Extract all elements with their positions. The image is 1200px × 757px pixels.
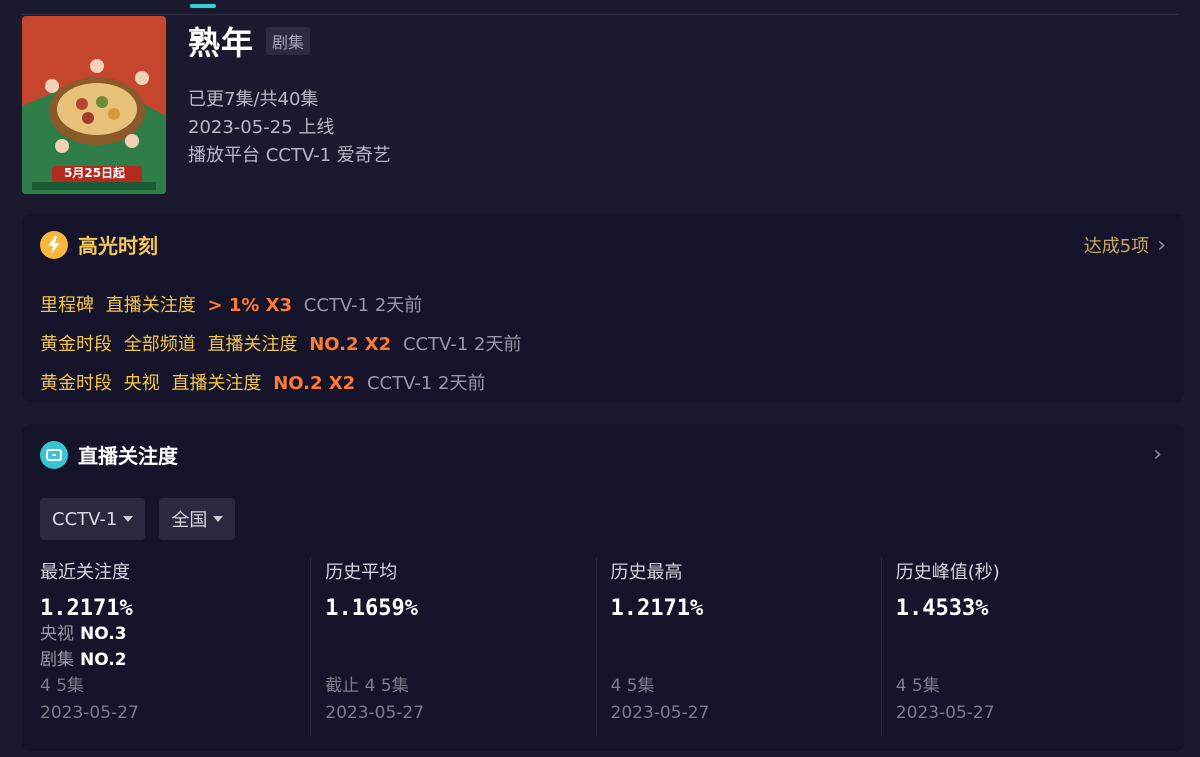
stat-date: 2023-05-27 [325,703,425,723]
highlight-row[interactable]: 里程碑 直播关注度 > 1% X3 CCTV-1 2天前 [40,286,527,325]
meta: CCTV-1 2天前 [303,295,423,316]
tag: 全部频道 [123,334,196,355]
region-select[interactable]: 全国 [159,498,236,540]
platform-info: 播放平台 CCTV-1 爱奇艺 [188,145,391,166]
poster-image[interactable]: 5月25日起 [22,16,166,194]
show-title: 熟年 [188,24,255,62]
achievements-count: 达成5项 [1083,236,1150,257]
tag: 直播关注度 [207,334,298,355]
rank-drama: 剧集 NO.2 [40,647,310,673]
stat-episode: 截止 4 5集 [325,676,409,696]
top-divider [22,14,1178,15]
stat-label: 历史峰值(秒) [895,562,1000,583]
meta: CCTV-1 2天前 [402,334,522,355]
region-select-value: 全国 [171,510,208,531]
stat-label: 历史平均 [325,562,398,583]
highlights-title: 高光时刻 [78,234,158,258]
attention-title: 直播关注度 [78,444,178,468]
rank-value: NO.3 [80,624,127,644]
highlight-row[interactable]: 黄金时段 全部频道 直播关注度 NO.2 X2 CCTV-1 2天前 [40,325,527,364]
tag: 直播关注度 [171,373,262,394]
attention-card: 直播关注度 › CCTV-1 全国 最近关注度 1.2171% 央视 NO.3 剧… [22,424,1184,751]
metric: NO.2 X2 [309,334,392,355]
tag: 直播关注度 [105,295,196,316]
achievements-link[interactable]: 达成5项 › [1084,232,1166,258]
stat-episode: 4 5集 [40,676,85,696]
highlights-list: 里程碑 直播关注度 > 1% X3 CCTV-1 2天前 黄金时段 全部频道 直… [40,286,527,403]
rank-cctv: 央视 NO.3 [40,621,310,647]
stat-recent: 最近关注度 1.2171% 央视 NO.3 剧集 NO.2 4 5集 2023-05… [40,558,310,736]
channel-select-value: CCTV-1 [52,508,118,530]
type-tag: 剧集 [266,27,311,55]
rank-key: 剧集 [40,650,74,670]
stat-episode: 4 5集 [895,676,940,696]
stat-value: 1.1659% [325,596,418,621]
filter-bar: CCTV-1 全国 [40,498,236,540]
episode-count: 已更7集/共40集 [188,89,319,110]
release-date: 2023-05-25 上线 [188,117,335,138]
caret-down-icon [123,516,134,522]
app-frame: 5月25日起 熟年 剧集 已更7集/共40集 2023-05-25 上线 播放平… [0,0,1200,757]
highlight-row[interactable]: 黄金时段 央视 直播关注度 NO.2 X2 CCTV-1 2天前 [40,364,527,403]
show-meta: 已更7集/共40集 2023-05-25 上线 播放平台 CCTV-1 爱奇艺 [188,86,391,170]
stats-row: 最近关注度 1.2171% 央视 NO.3 剧集 NO.2 4 5集 2023-05… [40,558,1166,736]
tv-icon [40,440,68,469]
chevron-right-icon[interactable]: › [1153,442,1162,467]
tag: 黄金时段 [40,334,112,355]
caret-down-icon [213,516,224,522]
stat-date: 2023-05-27 [40,703,139,723]
chevron-right-icon: › [1157,232,1166,258]
channel-select[interactable]: CCTV-1 [40,498,146,540]
stat-peak: 历史峰值(秒) 1.4533% 4 5集 2023-05-27 [880,558,1166,736]
stat-value: 1.4533% [895,596,989,621]
tag: 央视 [123,373,160,394]
lightning-icon [40,230,68,259]
metric: NO.2 X2 [273,373,356,394]
rank-value: NO.2 [80,650,127,670]
stat-label: 最近关注度 [40,562,130,583]
active-tab-indicator [190,4,216,8]
tag: 黄金时段 [40,373,112,394]
metric: > 1% X3 [207,295,293,316]
stat-episode: 4 5集 [610,676,655,696]
stat-value: 1.2171% [610,596,704,621]
stat-date: 2023-05-27 [895,703,995,723]
poster-date-text: 5月25日起 [64,166,126,180]
stat-highest: 历史最高 1.2171% 4 5集 2023-05-27 [595,558,881,736]
rank-key: 央视 [40,624,74,644]
highlights-card: 高光时刻 达成5项 › 里程碑 直播关注度 > 1% X3 CCTV-1 2天前… [22,214,1184,402]
stat-average: 历史平均 1.1659% 截止 4 5集 2023-05-27 [310,558,595,736]
tag: 里程碑 [40,295,94,316]
meta: CCTV-1 2天前 [366,373,486,394]
stat-label: 历史最高 [610,562,683,583]
stat-value: 1.2171% [40,596,133,621]
stat-date: 2023-05-27 [610,703,710,723]
